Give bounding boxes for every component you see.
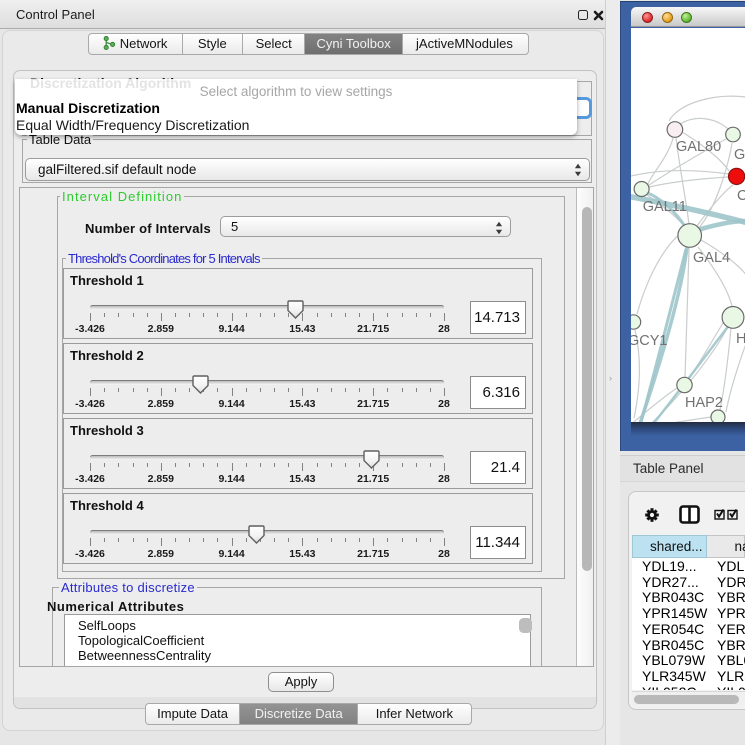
svg-text:GA: GA <box>734 147 745 163</box>
svg-text:C: C <box>737 188 745 204</box>
svg-text:GAL4: GAL4 <box>693 250 730 266</box>
svg-text:HAP2: HAP2 <box>685 395 723 411</box>
svg-text:H: H <box>736 331 745 347</box>
svg-text:GCY1: GCY1 <box>631 333 668 349</box>
svg-text:GAL80: GAL80 <box>676 139 721 155</box>
svg-text:GAL11: GAL11 <box>643 199 687 215</box>
